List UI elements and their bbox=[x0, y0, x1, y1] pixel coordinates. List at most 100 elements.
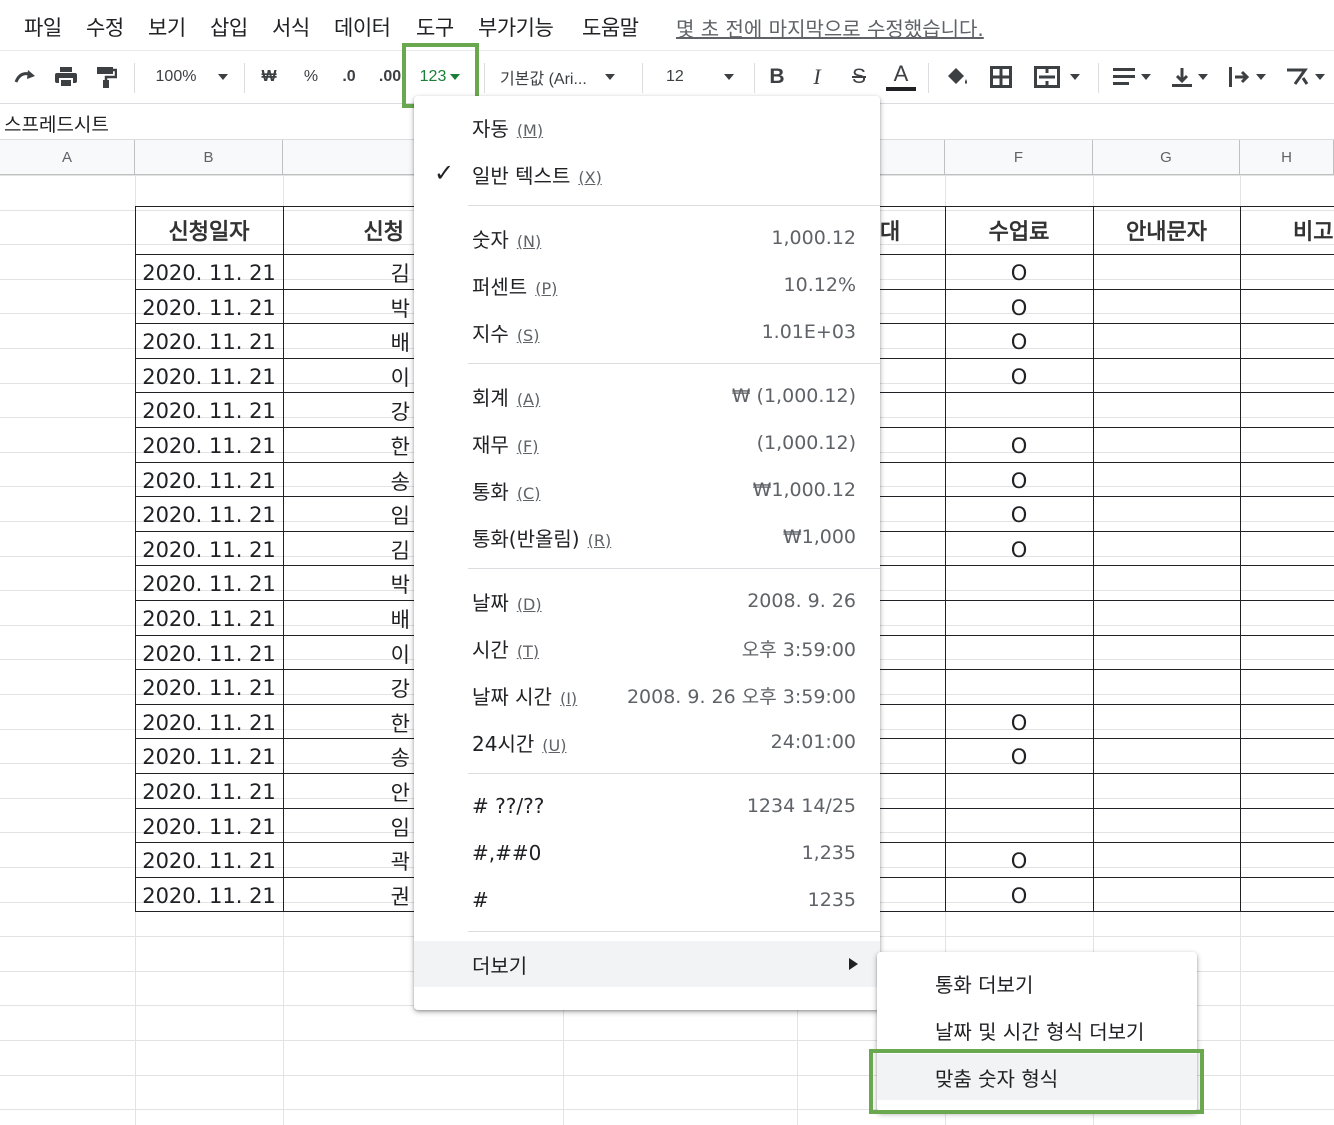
format-menu-item[interactable]: 퍼센트 (P) 10.12% bbox=[414, 262, 880, 308]
text-rotation-button[interactable] bbox=[1278, 51, 1332, 103]
menu-view[interactable]: 보기 bbox=[148, 12, 186, 42]
currency-format-button[interactable]: ₩ bbox=[252, 51, 286, 103]
name-cell[interactable]: 박 bbox=[284, 566, 414, 601]
date-cell[interactable]: 2020. 11. 21 bbox=[136, 636, 282, 671]
menu-file[interactable]: 파일 bbox=[24, 12, 62, 42]
name-cell[interactable]: 임 bbox=[284, 497, 414, 532]
name-cell[interactable]: 송 bbox=[284, 463, 414, 498]
name-cell[interactable]: 이 bbox=[284, 359, 414, 394]
borders-button[interactable] bbox=[982, 51, 1020, 103]
fee-cell[interactable]: O bbox=[946, 428, 1092, 463]
fee-cell[interactable]: O bbox=[946, 497, 1092, 532]
date-cell[interactable]: 2020. 11. 21 bbox=[136, 878, 282, 913]
fee-cell[interactable]: O bbox=[946, 290, 1092, 325]
format-menu-item[interactable]: 숫자 (N) 1,000.12 bbox=[414, 215, 880, 261]
name-cell[interactable]: 한 bbox=[284, 705, 414, 740]
merge-cells-button[interactable] bbox=[1026, 51, 1088, 103]
menu-item-custom-number-format[interactable]: 맞춤 숫자 형식 bbox=[877, 1054, 1197, 1100]
date-cell[interactable]: 2020. 11. 21 bbox=[136, 601, 282, 636]
horizontal-align-button[interactable] bbox=[1106, 51, 1158, 103]
zoom-select[interactable]: 100% bbox=[146, 51, 238, 103]
format-menu-item[interactable]: 시간 (T) 오후 3:59:00 bbox=[414, 625, 880, 671]
text-color-button[interactable]: A bbox=[882, 51, 920, 103]
date-cell[interactable]: 2020. 11. 21 bbox=[136, 359, 282, 394]
format-menu-item[interactable]: #,##0 1,235 bbox=[414, 830, 880, 876]
header-cell-name[interactable]: 신청 bbox=[284, 206, 414, 254]
name-cell[interactable]: 안 bbox=[284, 774, 414, 809]
date-cell[interactable]: 2020. 11. 21 bbox=[136, 428, 282, 463]
fee-cell[interactable]: O bbox=[946, 532, 1092, 567]
date-cell[interactable]: 2020. 11. 21 bbox=[136, 774, 282, 809]
column-header-e[interactable] bbox=[880, 140, 945, 175]
date-cell[interactable]: 2020. 11. 21 bbox=[136, 843, 282, 878]
date-cell[interactable]: 2020. 11. 21 bbox=[136, 290, 282, 325]
menu-format[interactable]: 서식 bbox=[272, 12, 310, 42]
fee-cell[interactable] bbox=[946, 670, 1092, 705]
fee-cell[interactable]: O bbox=[946, 843, 1092, 878]
name-cell[interactable]: 송 bbox=[284, 739, 414, 774]
date-cell[interactable]: 2020. 11. 21 bbox=[136, 532, 282, 567]
column-header-a[interactable]: A bbox=[0, 140, 135, 175]
fee-cell[interactable]: O bbox=[946, 463, 1092, 498]
fee-cell[interactable] bbox=[946, 774, 1092, 809]
format-menu-item[interactable]: 재무 (F) (1,000.12) bbox=[414, 420, 880, 466]
name-cell[interactable]: 임 bbox=[284, 809, 414, 844]
column-header-g[interactable]: G bbox=[1093, 140, 1240, 175]
name-cell[interactable]: 박 bbox=[284, 290, 414, 325]
date-cell[interactable]: 2020. 11. 21 bbox=[136, 809, 282, 844]
date-cell[interactable]: 2020. 11. 21 bbox=[136, 463, 282, 498]
format-menu-item[interactable]: ✓ 일반 텍스트 (X) bbox=[414, 151, 880, 197]
fee-cell[interactable] bbox=[946, 393, 1092, 428]
menu-insert[interactable]: 삽입 bbox=[210, 12, 248, 42]
menu-addons[interactable]: 부가기능 bbox=[478, 12, 554, 42]
format-menu-item[interactable]: 통화(반올림) (R) ₩1,000 bbox=[414, 514, 880, 560]
percent-format-button[interactable]: % bbox=[294, 51, 328, 103]
name-cell[interactable]: 배 bbox=[284, 601, 414, 636]
menu-item-more-currencies[interactable]: 통화 더보기 bbox=[877, 960, 1197, 1006]
format-menu-item[interactable]: 통화 (C) ₩1,000.12 bbox=[414, 467, 880, 513]
date-cell[interactable]: 2020. 11. 21 bbox=[136, 705, 282, 740]
menu-item-more-date-time-formats[interactable]: 날짜 및 시간 형식 더보기 bbox=[877, 1007, 1197, 1053]
name-cell[interactable]: 강 bbox=[284, 670, 414, 705]
vertical-align-button[interactable] bbox=[1164, 51, 1216, 103]
name-cell[interactable]: 이 bbox=[284, 636, 414, 671]
header-cell-fee[interactable]: 수업료 bbox=[946, 206, 1092, 254]
date-cell[interactable]: 2020. 11. 21 bbox=[136, 255, 282, 290]
name-cell[interactable]: 권 bbox=[284, 878, 414, 913]
column-header-c[interactable] bbox=[283, 140, 423, 175]
date-cell[interactable]: 2020. 11. 21 bbox=[136, 566, 282, 601]
name-cell[interactable]: 강 bbox=[284, 393, 414, 428]
fee-cell[interactable]: O bbox=[946, 359, 1092, 394]
fee-cell[interactable] bbox=[946, 636, 1092, 671]
format-menu-item[interactable]: #1235 bbox=[414, 877, 880, 923]
fee-cell[interactable]: O bbox=[946, 324, 1092, 359]
format-menu-item[interactable]: 날짜 시간 (I) 2008. 9. 26 오후 3:59:00 bbox=[414, 672, 880, 718]
menu-data[interactable]: 데이터 bbox=[334, 12, 391, 42]
menu-tools[interactable]: 도구 bbox=[416, 12, 454, 42]
decrease-decimal-button[interactable]: .0 bbox=[332, 51, 366, 103]
fee-cell[interactable] bbox=[946, 809, 1092, 844]
format-menu-item[interactable]: 날짜 (D) 2008. 9. 26 bbox=[414, 578, 880, 624]
format-menu-item[interactable]: 자동 (M) bbox=[414, 104, 880, 150]
format-menu-item[interactable]: # ??/?? 1234 14/25 bbox=[414, 783, 880, 829]
column-header-h[interactable]: H bbox=[1240, 140, 1334, 175]
format-menu-item-more[interactable]: 더보기 bbox=[414, 941, 880, 987]
name-cell[interactable]: 김 bbox=[284, 255, 414, 290]
fee-cell[interactable]: O bbox=[946, 878, 1092, 913]
menu-edit[interactable]: 수정 bbox=[86, 12, 124, 42]
format-menu-item[interactable]: 지수 (S) 1.01E+03 bbox=[414, 309, 880, 355]
increase-decimal-button[interactable]: .00 bbox=[370, 51, 410, 103]
print-button[interactable] bbox=[48, 51, 84, 103]
name-cell[interactable]: 곽 bbox=[284, 843, 414, 878]
fee-cell[interactable] bbox=[946, 601, 1092, 636]
text-wrap-button[interactable] bbox=[1220, 51, 1274, 103]
header-cell-note[interactable]: 비고 bbox=[1241, 206, 1334, 254]
fee-cell[interactable]: O bbox=[946, 705, 1092, 740]
date-cell[interactable]: 2020. 11. 21 bbox=[136, 497, 282, 532]
last-edit-link[interactable]: 몇 초 전에 마지막으로 수정했습니다. bbox=[676, 13, 984, 42]
name-cell[interactable]: 한 bbox=[284, 428, 414, 463]
date-cell[interactable]: 2020. 11. 21 bbox=[136, 670, 282, 705]
format-menu-item[interactable]: 회계 (A) ₩ (1,000.12) bbox=[414, 373, 880, 419]
fill-color-button[interactable] bbox=[938, 51, 976, 103]
name-cell[interactable]: 김 bbox=[284, 532, 414, 567]
